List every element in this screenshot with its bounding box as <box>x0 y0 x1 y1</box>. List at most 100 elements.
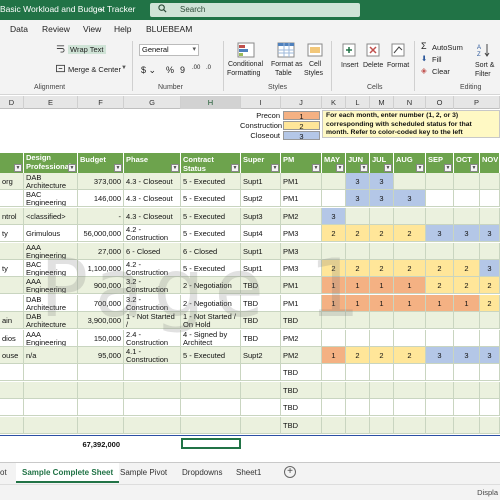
cell-h[interactable] <box>181 381 241 399</box>
cell-g1[interactable]: 4.3 - Closeout <box>124 190 181 208</box>
cell-i[interactable]: Supt3 <box>241 207 281 225</box>
cell-j[interactable]: PM3 <box>281 225 322 243</box>
month-status-cell[interactable] <box>394 312 426 330</box>
cell-f[interactable]: 56,000,000 <box>78 225 124 243</box>
merge-dropdown-icon[interactable]: ▼ <box>121 65 127 71</box>
month-status-cell[interactable] <box>346 364 370 382</box>
sheet-tab-sheet1[interactable]: Sheet1 <box>236 468 261 477</box>
month-status-cell[interactable] <box>370 364 394 382</box>
cell-j[interactable]: TBD <box>281 416 322 434</box>
cell-d[interactable] <box>0 381 24 399</box>
month-status-cell[interactable]: 2 <box>370 347 394 364</box>
column-header-o[interactable]: O <box>426 96 454 109</box>
cell-d[interactable] <box>0 364 24 382</box>
month-status-cell[interactable] <box>370 207 394 225</box>
month-status-cell[interactable] <box>370 399 394 417</box>
month-status-cell[interactable] <box>426 312 454 330</box>
insert-button[interactable]: Insert <box>341 62 359 69</box>
month-status-cell[interactable]: 1 <box>370 294 394 312</box>
cell-e1[interactable] <box>24 364 78 382</box>
selected-cell[interactable] <box>181 438 241 449</box>
cell-f[interactable]: 146,000 <box>78 190 124 208</box>
cell-f[interactable]: 373,000 <box>78 173 124 190</box>
filter-dropdown-icon[interactable]: ▼ <box>444 164 452 172</box>
cell-d[interactable]: ty <box>0 260 24 277</box>
month-status-cell[interactable]: 2 <box>480 294 500 312</box>
cell-g1[interactable]: 4.3 - Closeout <box>124 173 181 190</box>
conditional-formatting-label-2[interactable]: Formatting <box>227 70 260 77</box>
sort-filter-label-1[interactable]: Sort & <box>475 62 494 69</box>
month-status-cell[interactable] <box>322 173 346 190</box>
month-status-cell[interactable] <box>370 312 394 330</box>
month-status-cell[interactable] <box>394 416 426 434</box>
conditional-formatting-label-1[interactable]: Conditional <box>228 61 263 68</box>
month-status-cell[interactable] <box>370 329 394 347</box>
month-status-cell[interactable] <box>370 381 394 399</box>
fill-button[interactable]: Fill <box>432 55 442 64</box>
month-status-cell[interactable]: 3 <box>426 225 454 243</box>
month-status-cell[interactable] <box>454 190 480 208</box>
menu-review[interactable]: Review <box>42 24 70 34</box>
column-header-e[interactable]: E <box>24 96 78 109</box>
month-status-cell[interactable] <box>480 381 500 399</box>
month-status-cell[interactable]: 2 <box>426 260 454 277</box>
cell-d[interactable]: dios <box>0 329 24 347</box>
cell-h[interactable] <box>181 399 241 417</box>
cell-g1[interactable]: 4.3 - Closeout <box>124 207 181 225</box>
month-status-cell[interactable]: 2 <box>454 260 480 277</box>
month-status-cell[interactable] <box>454 329 480 347</box>
column-header-d[interactable]: D <box>0 96 24 109</box>
month-status-cell[interactable]: 3 <box>370 173 394 190</box>
clear-button[interactable]: Clear <box>432 67 450 76</box>
cell-h[interactable] <box>181 364 241 382</box>
cell-h[interactable]: 5 - Executed <box>181 173 241 190</box>
cell-i[interactable]: Supt2 <box>241 190 281 208</box>
cell-j[interactable]: TBD <box>281 399 322 417</box>
month-status-cell[interactable]: 2 <box>370 260 394 277</box>
cell-g1[interactable] <box>124 416 181 434</box>
decrease-decimal-button[interactable]: .0 <box>206 65 211 71</box>
month-status-cell[interactable] <box>480 207 500 225</box>
sort-filter-label-2[interactable]: Filter <box>475 71 491 78</box>
filter-dropdown-icon[interactable]: ▼ <box>14 164 22 172</box>
month-status-cell[interactable] <box>394 399 426 417</box>
search-box[interactable]: Search <box>150 3 360 17</box>
filter-dropdown-icon[interactable]: ▼ <box>384 164 392 172</box>
cell-i[interactable]: Supt4 <box>241 225 281 243</box>
cell-j[interactable]: TBD <box>281 381 322 399</box>
month-status-cell[interactable] <box>394 173 426 190</box>
autosum-icon[interactable]: Σ <box>421 41 427 51</box>
filter-dropdown-icon[interactable]: ▼ <box>231 164 239 172</box>
filter-dropdown-icon[interactable]: ▼ <box>68 164 76 172</box>
filter-dropdown-icon[interactable]: ▼ <box>336 164 344 172</box>
month-status-cell[interactable]: 2 <box>346 225 370 243</box>
sheet-tab-partial[interactable]: ot <box>0 468 7 477</box>
month-status-cell[interactable] <box>426 399 454 417</box>
autosum-button[interactable]: AutoSum <box>432 43 463 52</box>
month-status-cell[interactable] <box>426 173 454 190</box>
month-status-cell[interactable] <box>480 416 500 434</box>
month-status-cell[interactable]: 2 <box>394 225 426 243</box>
month-status-cell[interactable]: 2 <box>454 277 480 295</box>
filter-dropdown-icon[interactable]: ▼ <box>312 164 320 172</box>
cell-f[interactable]: - <box>78 207 124 225</box>
increase-decimal-button[interactable]: .00 <box>192 65 200 71</box>
cell-d[interactable]: ntrol <box>0 207 24 225</box>
month-status-cell[interactable]: 2 <box>370 225 394 243</box>
filter-dropdown-icon[interactable]: ▼ <box>360 164 368 172</box>
column-header-l[interactable]: L <box>346 96 370 109</box>
month-status-cell[interactable]: 1 <box>394 294 426 312</box>
sheet-tab-active[interactable]: Sample Complete Sheet <box>16 463 120 483</box>
month-status-cell[interactable]: 3 <box>480 347 500 364</box>
month-status-cell[interactable] <box>454 399 480 417</box>
cell-d[interactable] <box>0 416 24 434</box>
cell-e1[interactable] <box>24 381 78 399</box>
cell-d[interactable] <box>0 399 24 417</box>
cell-g1[interactable] <box>124 399 181 417</box>
cell-j[interactable]: PM1 <box>281 173 322 190</box>
month-status-cell[interactable]: 1 <box>322 347 346 364</box>
month-status-cell[interactable]: 3 <box>346 173 370 190</box>
month-status-cell[interactable] <box>394 381 426 399</box>
month-status-cell[interactable] <box>480 399 500 417</box>
add-sheet-icon[interactable]: + <box>284 466 296 478</box>
